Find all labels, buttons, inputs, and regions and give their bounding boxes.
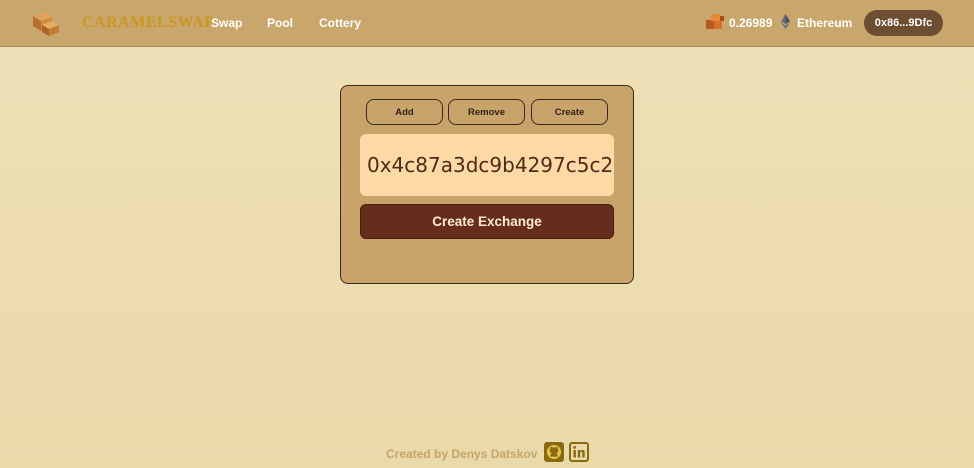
brand-name[interactable]: CARAMELSWAP [82, 14, 215, 32]
tab-create[interactable]: Create [531, 99, 608, 125]
footer-credit: Created by Denys Datskov [386, 447, 538, 461]
caramel-balance-icon [706, 14, 724, 29]
caramel-logo-icon[interactable] [30, 9, 60, 37]
nav-link-pool[interactable]: Pool [267, 16, 293, 30]
token-balance: 0.26989 [729, 16, 773, 30]
navbar: CARAMELSWAP Swap Pool Cottery 0.26989 Et… [0, 0, 974, 47]
nav-link-cottery[interactable]: Cottery [319, 16, 361, 30]
account-button[interactable]: 0x86...9Dfc [864, 10, 943, 36]
create-exchange-button[interactable]: Create Exchange [360, 204, 614, 239]
pool-card: Add Remove Create 0x4c87a3dc9b4297c5c21 … [340, 85, 634, 284]
nav-link-swap[interactable]: Swap [211, 16, 242, 30]
token-address-input[interactable]: 0x4c87a3dc9b4297c5c21 [360, 134, 614, 196]
network-name[interactable]: Ethereum [797, 16, 852, 30]
tab-add[interactable]: Add [366, 99, 443, 125]
github-icon[interactable] [544, 442, 564, 462]
linkedin-icon[interactable] [569, 442, 589, 462]
tab-remove[interactable]: Remove [448, 99, 525, 125]
ethereum-icon [781, 14, 790, 29]
